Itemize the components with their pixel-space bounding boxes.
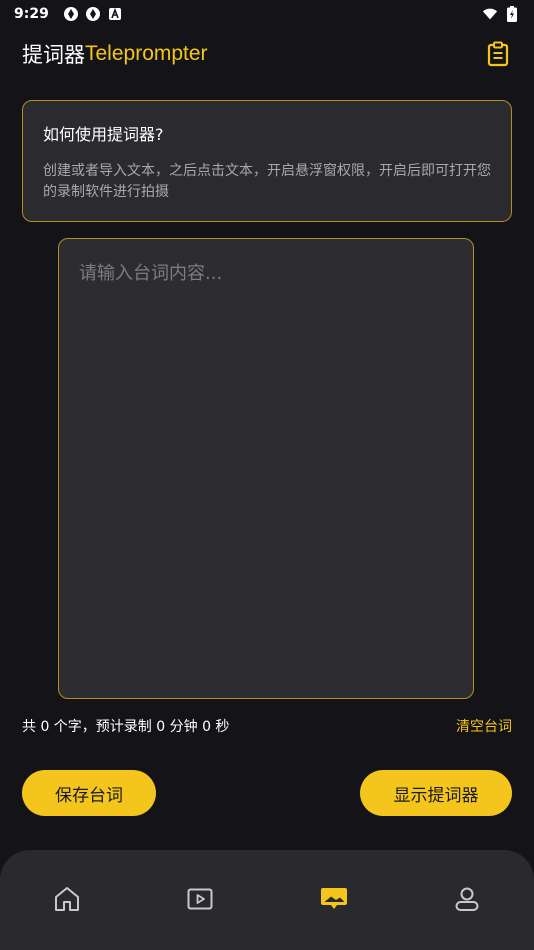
script-editor bbox=[58, 238, 474, 699]
how-to-use-title: 如何使用提词器? bbox=[43, 125, 164, 144]
profile-icon bbox=[455, 887, 479, 911]
status-time: 9:29 bbox=[14, 6, 49, 22]
save-script-button[interactable]: 保存台词 bbox=[22, 770, 156, 816]
text-a-icon bbox=[107, 6, 123, 22]
video-play-icon bbox=[187, 888, 213, 910]
script-input[interactable] bbox=[59, 239, 473, 698]
clear-script-link[interactable]: 清空台词 bbox=[456, 716, 512, 736]
clipboard-button[interactable] bbox=[484, 40, 512, 68]
status-icons-right bbox=[482, 6, 520, 22]
app-title-english: Teleprompter bbox=[85, 42, 208, 65]
nav-video[interactable] bbox=[170, 869, 230, 929]
wifi-icon bbox=[482, 6, 498, 22]
stats-row: 共 0 个字，预计录制 0 分钟 0 秒 清空台词 bbox=[22, 716, 512, 736]
app-notification-icon bbox=[85, 6, 101, 22]
home-icon bbox=[54, 887, 79, 911]
how-to-use-description: 创建或者导入文本，之后点击文本，开启悬浮窗权限，开启后即可打开您的录制软件进行拍… bbox=[43, 163, 491, 200]
teleprompter-icon bbox=[320, 888, 347, 909]
app-title: 提词器 bbox=[22, 43, 85, 67]
battery-charging-icon bbox=[504, 6, 520, 22]
word-count-text: 共 0 个字，预计录制 0 分钟 0 秒 bbox=[22, 719, 230, 735]
show-teleprompter-button[interactable]: 显示提词器 bbox=[360, 770, 512, 816]
nav-home[interactable] bbox=[37, 869, 97, 929]
status-bar: 9:29 bbox=[0, 0, 534, 28]
nav-teleprompter[interactable] bbox=[304, 869, 364, 929]
app-header: 提词器 Teleprompter bbox=[22, 38, 512, 70]
nav-profile[interactable] bbox=[437, 869, 497, 929]
how-to-use-card: 如何使用提词器? 创建或者导入文本，之后点击文本，开启悬浮窗权限，开启后即可打开… bbox=[22, 100, 512, 222]
status-icons-left bbox=[63, 6, 123, 22]
app-notification-icon bbox=[63, 6, 79, 22]
bottom-navigation bbox=[0, 850, 534, 950]
clipboard-icon bbox=[487, 41, 509, 67]
